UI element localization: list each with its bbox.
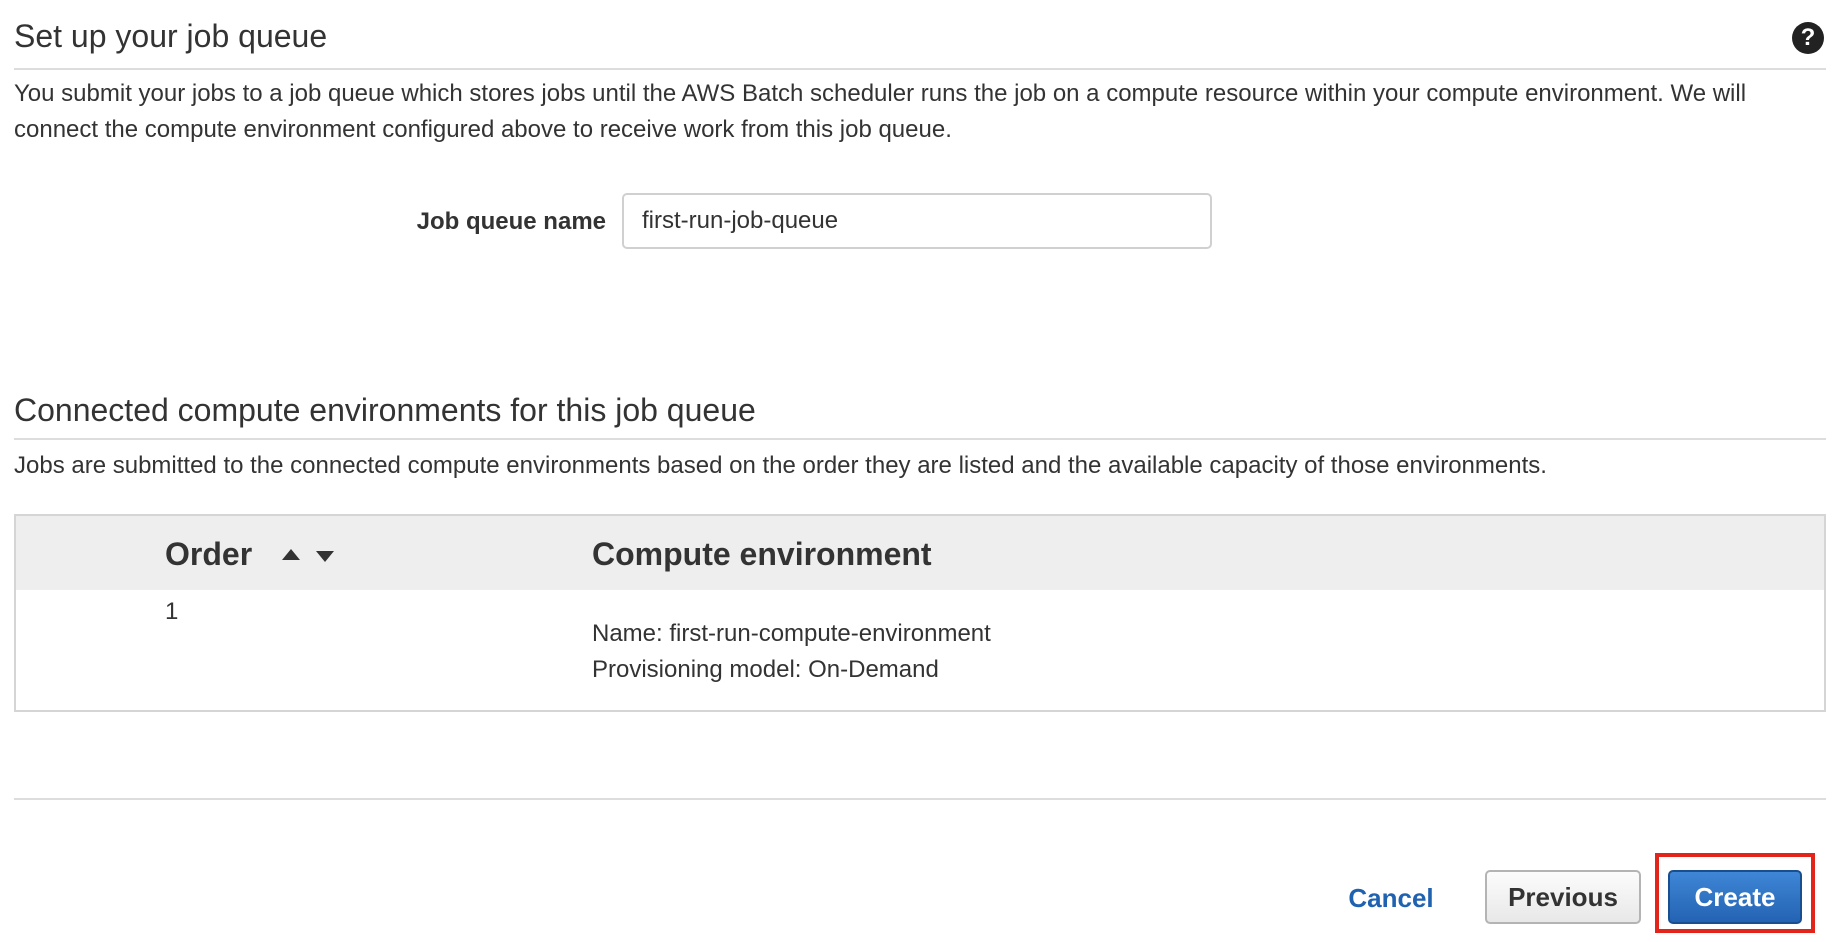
environments-section-header: Connected compute environments for this … [14,390,1826,440]
row-environment-cell: Name: first-run-compute-environment Prov… [592,616,991,688]
create-button[interactable]: Create [1668,870,1802,924]
job-queue-description: You submit your jobs to a job queue whic… [14,80,1747,143]
previous-button[interactable]: Previous [1485,870,1641,924]
environments-section-title: Connected compute environments for this … [14,392,756,428]
question-circle-icon[interactable]: ? [1792,22,1824,54]
sort-up-icon[interactable] [282,549,300,560]
column-header-compute-environment: Compute environment [592,536,932,572]
environment-provisioning-model: Provisioning model: On-Demand [592,656,939,683]
table-header-row: Order Compute environment [16,516,1824,590]
environment-name: Name: first-run-compute-environment [592,620,991,647]
job-queue-name-input[interactable] [622,193,1212,249]
job-queue-section-header: Set up your job queue ? [14,16,1826,70]
row-order-cell: 1 [165,598,179,625]
job-queue-section-title: Set up your job queue [14,18,328,54]
sort-down-icon[interactable] [316,551,334,562]
column-header-order[interactable]: Order [165,534,252,574]
footer-divider [14,798,1826,800]
cancel-button[interactable]: Cancel [1336,878,1446,918]
sort-controls [268,546,338,566]
environments-description: Jobs are submitted to the connected comp… [14,452,1547,479]
compute-environments-table: Order Compute environment 1 Name: first-… [14,514,1826,712]
job-queue-name-label: Job queue name [416,208,606,235]
